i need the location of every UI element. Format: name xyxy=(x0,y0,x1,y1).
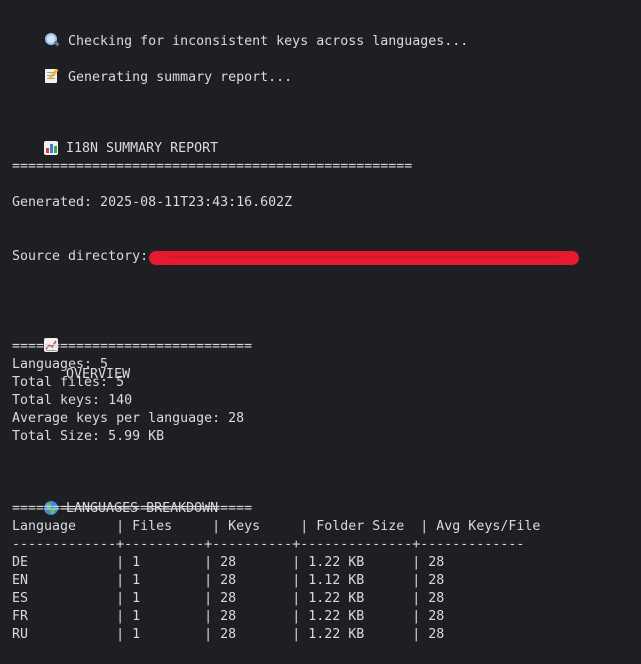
table-row: FR | 1 | 28 | 1.22 KB | 28 xyxy=(12,609,445,624)
breakdown-rule: ============================== xyxy=(12,501,253,516)
total-keys: Total keys: 140 xyxy=(12,393,133,408)
table-row: ES | 1 | 28 | 1.22 KB | 28 xyxy=(12,591,445,606)
report-title-line: I18N SUMMARY REPORT xyxy=(12,122,218,156)
overview-title-line: OVERVIEW xyxy=(12,320,130,382)
generating-line: Generating summary report... xyxy=(12,50,292,85)
table-row: EN | 1 | 28 | 1.12 KB | 28 xyxy=(12,573,445,588)
generated-timestamp: Generated: 2025-08-11T23:43:16.602Z xyxy=(12,195,293,210)
table-row: DE | 1 | 28 | 1.22 KB | 28 xyxy=(12,555,445,570)
source-directory-label: Source directory: xyxy=(12,249,149,264)
average-keys: Average keys per language: 28 xyxy=(12,411,245,426)
memo-icon xyxy=(44,68,60,84)
magnifying-glass-icon xyxy=(44,32,60,48)
table-row: RU | 1 | 28 | 1.22 KB | 28 xyxy=(12,627,445,642)
terminal-output: Checking for inconsistent keys across la… xyxy=(0,0,641,664)
redaction-mark xyxy=(149,251,579,265)
report-title: I18N SUMMARY REPORT xyxy=(66,141,219,156)
bar-chart-icon xyxy=(44,141,59,155)
total-size: Total Size: 5.99 KB xyxy=(12,429,165,444)
table-separator: -------------+----------+----------+----… xyxy=(12,537,525,552)
total-files: Total files: 5 xyxy=(12,375,125,390)
overview-rule: ============================== xyxy=(12,339,253,354)
checking-text: Checking for inconsistent keys across la… xyxy=(68,34,469,49)
checking-line: Checking for inconsistent keys across la… xyxy=(12,14,468,49)
breakdown-title-line: LANGUAGES BREAKDOWN xyxy=(12,482,218,516)
languages-count: Languages: 5 xyxy=(12,357,109,372)
table-header: Language | Files | Keys | Folder Size | … xyxy=(12,519,541,534)
report-title-rule: ========================================… xyxy=(12,159,413,174)
generating-text: Generating summary report... xyxy=(68,70,293,85)
